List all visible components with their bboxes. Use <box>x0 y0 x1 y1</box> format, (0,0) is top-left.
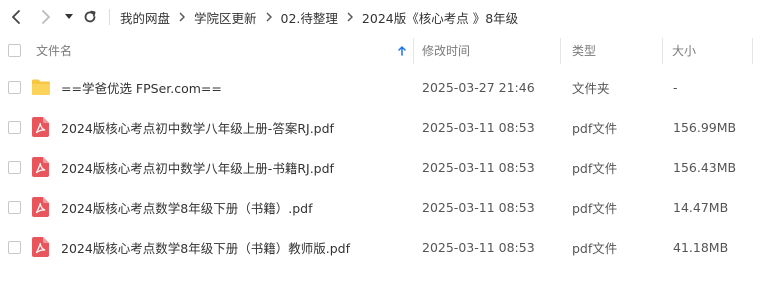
column-header-modified[interactable]: 修改时间 <box>422 34 560 66</box>
file-row-pdf[interactable]: 2024版核心考点初中数学八年级上册-书籍RJ.pdf 2025-03-11 0… <box>0 147 760 187</box>
refresh-button[interactable] <box>80 5 100 29</box>
chevron-left-icon <box>11 10 21 24</box>
file-modified: 2025-03-11 08:53 <box>422 199 535 215</box>
chevron-right-icon <box>347 12 353 22</box>
file-size: 156.43MB <box>673 159 737 175</box>
column-divider[interactable] <box>413 38 414 64</box>
file-type: 文件夹 <box>572 80 610 96</box>
caret-down-icon <box>65 14 73 20</box>
file-row-folder[interactable]: ==学爸优选 FPSer.com== 2025-03-27 21:46 文件夹 … <box>0 67 760 107</box>
column-divider[interactable] <box>752 38 753 64</box>
refresh-icon <box>83 10 97 24</box>
pdf-icon <box>32 117 52 137</box>
pdf-icon <box>32 197 52 217</box>
file-modified: 2025-03-11 08:53 <box>422 119 535 135</box>
row-checkbox[interactable] <box>8 201 21 214</box>
file-size: 41.18MB <box>673 239 729 255</box>
breadcrumb: 我的网盘 学院区更新 02.待整理 2024版《核心考点 》8年级 <box>120 0 518 34</box>
select-all-checkbox[interactable] <box>8 44 21 57</box>
breadcrumb-item-to-organize[interactable]: 02.待整理 <box>281 8 338 27</box>
file-type: pdf文件 <box>572 200 618 216</box>
breadcrumb-item-college-updates[interactable]: 学院区更新 <box>194 8 257 27</box>
forward-button[interactable] <box>36 5 56 29</box>
breadcrumb-item-my-drive[interactable]: 我的网盘 <box>120 8 170 27</box>
breadcrumb-item-current-folder[interactable]: 2024版《核心考点 》8年级 <box>362 8 518 27</box>
file-row-pdf[interactable]: 2024版核心考点数学8年级下册（书籍）教师版.pdf 2025-03-11 0… <box>0 227 760 267</box>
folder-icon <box>31 77 51 97</box>
chevron-right-icon <box>179 12 186 22</box>
arrow-up-icon <box>398 45 406 59</box>
column-type-label: 类型 <box>572 43 597 58</box>
file-size: 156.99MB <box>673 119 737 135</box>
file-type: pdf文件 <box>572 120 618 136</box>
column-header-name[interactable]: 文件名 <box>36 34 406 66</box>
column-divider[interactable] <box>560 38 561 64</box>
file-name[interactable]: ==学爸优选 FPSer.com== <box>61 67 222 107</box>
chevron-right-icon <box>41 10 51 24</box>
chevron-right-icon <box>266 12 272 22</box>
file-size: 14.47MB <box>673 199 729 215</box>
pdf-icon <box>32 157 52 177</box>
navigation-bar: 我的网盘 学院区更新 02.待整理 2024版《核心考点 》8年级 <box>0 0 760 34</box>
history-dropdown-button[interactable] <box>62 5 76 29</box>
file-modified: 2025-03-11 08:53 <box>422 239 535 255</box>
nav-divider <box>109 5 110 29</box>
file-list-header: 文件名 修改时间 类型 大小 <box>0 34 760 66</box>
file-name[interactable]: 2024版核心考点初中数学八年级上册-答案RJ.pdf <box>61 107 334 147</box>
column-name-label: 文件名 <box>36 43 73 58</box>
back-button[interactable] <box>6 5 26 29</box>
column-size-label: 大小 <box>672 43 697 58</box>
pdf-icon <box>32 237 52 257</box>
column-divider[interactable] <box>662 38 663 64</box>
file-size: - <box>673 79 678 95</box>
file-name[interactable]: 2024版核心考点初中数学八年级上册-书籍RJ.pdf <box>61 147 334 187</box>
row-checkbox[interactable] <box>8 121 21 134</box>
file-row-pdf[interactable]: 2024版核心考点数学8年级下册（书籍）.pdf 2025-03-11 08:5… <box>0 187 760 227</box>
file-name[interactable]: 2024版核心考点数学8年级下册（书籍）.pdf <box>61 187 313 227</box>
file-type: pdf文件 <box>572 240 618 256</box>
column-header-size[interactable]: 大小 <box>672 34 750 66</box>
row-checkbox[interactable] <box>8 241 21 254</box>
column-header-type[interactable]: 类型 <box>572 34 660 66</box>
file-row-pdf[interactable]: 2024版核心考点初中数学八年级上册-答案RJ.pdf 2025-03-11 0… <box>0 107 760 147</box>
file-name[interactable]: 2024版核心考点数学8年级下册（书籍）教师版.pdf <box>61 227 350 267</box>
file-modified: 2025-03-27 21:46 <box>422 79 535 95</box>
row-checkbox[interactable] <box>8 161 21 174</box>
file-modified: 2025-03-11 08:53 <box>422 159 535 175</box>
row-checkbox[interactable] <box>8 81 21 94</box>
column-modified-label: 修改时间 <box>422 43 471 58</box>
file-type: pdf文件 <box>572 160 618 176</box>
